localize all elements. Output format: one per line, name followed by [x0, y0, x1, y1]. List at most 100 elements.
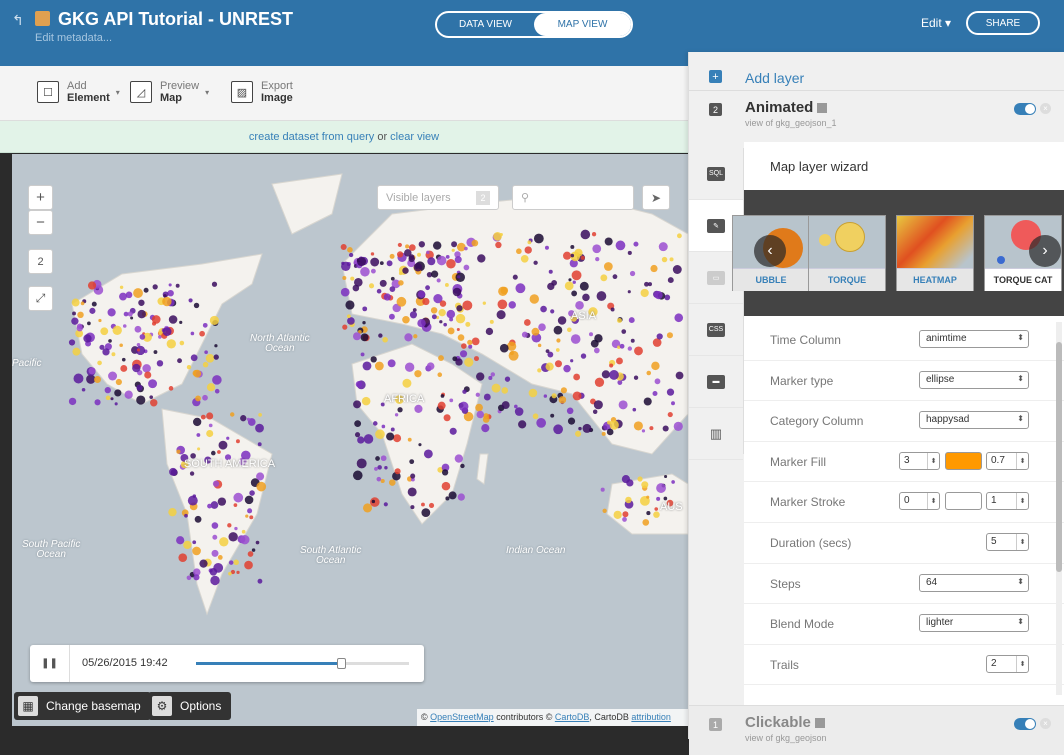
- event-dot: [627, 346, 632, 351]
- event-dot: [563, 251, 572, 260]
- event-dot: [148, 379, 158, 389]
- tab-filters[interactable]: ▥: [689, 408, 743, 460]
- layer-number: 2: [709, 103, 722, 116]
- duration-input[interactable]: 5 ⬍: [986, 532, 1029, 551]
- event-dot: [94, 376, 102, 384]
- visible-layers-label: Visible layers: [386, 192, 451, 204]
- event-dot: [622, 517, 627, 522]
- event-dot: [169, 467, 177, 476]
- layer-header-clickable[interactable]: 1 Clickable view of gkg_geojson ×: [689, 705, 1064, 755]
- time-track[interactable]: [196, 658, 409, 669]
- carousel-prev-icon[interactable]: ‹: [754, 235, 786, 267]
- preview-map-button[interactable]: ◿ Preview Map ▾: [130, 80, 209, 104]
- marker-stroke-width[interactable]: 0 ⬍: [899, 492, 940, 511]
- clear-view-link[interactable]: clear view: [390, 131, 439, 143]
- blend-mode-select[interactable]: lighter ⬍: [919, 614, 1029, 633]
- remove-layer-icon[interactable]: ×: [1040, 718, 1051, 729]
- event-dot: [629, 270, 636, 277]
- event-dot: [383, 502, 388, 507]
- event-dot: [674, 313, 684, 323]
- time-progress-fill: [196, 662, 341, 665]
- time-column-select[interactable]: animtime ⬍: [919, 330, 1029, 348]
- create-dataset-link[interactable]: create dataset from query: [249, 131, 374, 143]
- event-dot: [514, 407, 524, 416]
- steps-select[interactable]: 64 ⬍: [919, 573, 1029, 592]
- marker-fill-color[interactable]: [945, 451, 982, 470]
- event-dot: [354, 420, 362, 428]
- zoom-out-button[interactable]: −: [28, 210, 53, 235]
- event-dot: [375, 456, 380, 461]
- layer-name[interactable]: Clickable: [745, 714, 825, 731]
- map-canvas[interactable]: + − 2 ⤢ Visible layers 2 ⚲ ➤ North Atlan…: [12, 154, 688, 726]
- osm-link[interactable]: OpenStreetMap: [430, 712, 494, 722]
- event-dot: [456, 305, 463, 312]
- remove-layer-icon[interactable]: ×: [1040, 103, 1051, 114]
- category-column-select[interactable]: happysad ⬍: [919, 411, 1029, 430]
- wizard-scrollbar[interactable]: [1056, 322, 1062, 695]
- event-dot: [421, 502, 425, 507]
- trails-input[interactable]: 2 ⬍: [986, 654, 1029, 673]
- marker-stroke-opacity[interactable]: 1 ⬍: [986, 492, 1029, 511]
- scrollbar-thumb[interactable]: [1056, 342, 1062, 572]
- event-dot: [375, 429, 385, 440]
- event-dot: [68, 397, 77, 406]
- event-dot: [536, 418, 547, 428]
- layer-name[interactable]: Animated: [745, 99, 828, 116]
- edit-menu[interactable]: Edit ▾: [921, 16, 951, 30]
- share-location-icon[interactable]: ➤: [642, 185, 670, 210]
- marker-fill-width[interactable]: 3 ⬍: [899, 451, 940, 470]
- marker-stroke-color[interactable]: [945, 492, 982, 511]
- thumb-heatmap[interactable]: HEATMAP: [896, 215, 974, 291]
- event-dot: [257, 578, 263, 584]
- visible-layers-count: 2: [476, 191, 490, 205]
- stepper-icon: ⬍: [1016, 493, 1028, 510]
- add-layer-button[interactable]: + Add layer: [689, 66, 1064, 90]
- tab-sql[interactable]: SQL: [689, 148, 743, 200]
- export-image-button[interactable]: ▨ Export Image: [231, 80, 293, 104]
- map-search-input[interactable]: ⚲: [512, 185, 634, 210]
- event-dot: [621, 329, 627, 334]
- event-dot: [176, 449, 181, 454]
- marker-fill-opacity[interactable]: 0.7 ⬍: [986, 451, 1029, 470]
- zoom-in-button[interactable]: +: [28, 185, 53, 210]
- pause-icon[interactable]: ❚❚: [30, 645, 70, 682]
- event-dot: [382, 336, 388, 343]
- carousel-next-icon[interactable]: ›: [1029, 235, 1061, 267]
- event-dot: [443, 414, 451, 422]
- map-view-tab[interactable]: MAP VIEW: [534, 13, 631, 36]
- data-view-tab[interactable]: DATA VIEW: [437, 13, 534, 36]
- event-dot: [613, 510, 622, 519]
- layer-visibility-toggle[interactable]: [1014, 718, 1036, 730]
- event-dot: [550, 309, 555, 314]
- thumb-torque[interactable]: TORQUE: [808, 215, 886, 291]
- add-element-button[interactable]: ☐ Add Element ▾: [37, 80, 120, 104]
- event-dot: [412, 308, 417, 312]
- event-dot: [378, 333, 383, 338]
- back-arrow-icon[interactable]: ↰: [12, 12, 24, 29]
- event-dot: [233, 492, 244, 503]
- tab-legend[interactable]: ▬: [689, 356, 743, 408]
- event-dot: [149, 395, 154, 399]
- fullscreen-icon[interactable]: ⤢: [28, 286, 53, 311]
- time-handle[interactable]: [336, 658, 346, 669]
- layer-visibility-toggle[interactable]: [1014, 103, 1036, 115]
- marker-type-select[interactable]: ellipse ⬍: [919, 370, 1029, 389]
- heatmap-preview: [897, 216, 973, 268]
- attribution-link[interactable]: attribution: [631, 712, 671, 722]
- event-dot: [346, 314, 351, 319]
- options-button[interactable]: ⚙ Options: [148, 692, 232, 720]
- event-dot: [192, 417, 202, 427]
- change-basemap-button[interactable]: ▦ Change basemap: [14, 692, 151, 720]
- event-dot: [115, 378, 122, 386]
- share-button[interactable]: SHARE: [966, 11, 1040, 35]
- event-dot: [533, 260, 538, 265]
- event-dot: [431, 270, 439, 278]
- visible-layers-selector[interactable]: Visible layers 2: [377, 185, 499, 210]
- tab-css[interactable]: CSS: [689, 304, 743, 356]
- event-dot: [637, 476, 643, 482]
- event-dot: [409, 311, 418, 319]
- cartodb-link[interactable]: CartoDB: [555, 712, 590, 722]
- layer-header-animated[interactable]: 2 Animated view of gkg_geojson_1 ×: [689, 90, 1064, 140]
- event-dot: [592, 244, 602, 254]
- edit-metadata-link[interactable]: Edit metadata...: [35, 32, 112, 44]
